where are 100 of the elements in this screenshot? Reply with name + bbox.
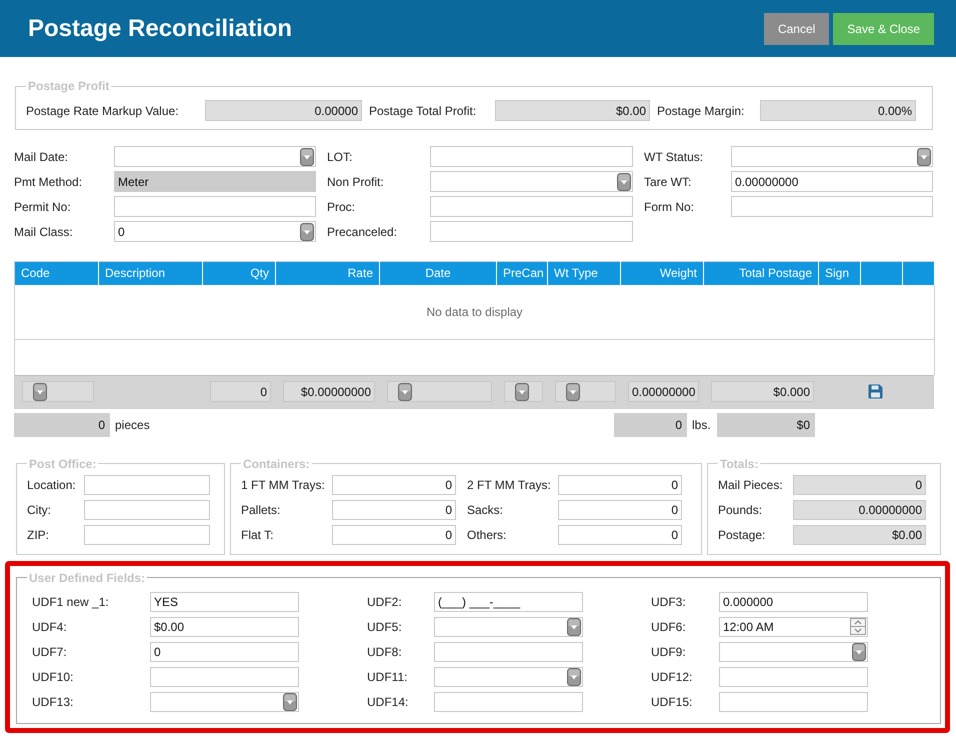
dropdown-field[interactable]	[150, 692, 299, 712]
group-title: Post Office:	[28, 456, 98, 470]
caret-icon[interactable]	[33, 382, 47, 400]
readonly-field[interactable]: 0.00000	[205, 100, 362, 121]
dropdown-field[interactable]: 0	[114, 221, 316, 242]
field-label: UDF7:	[32, 644, 68, 660]
field-label: Non Profit:	[326, 174, 385, 190]
unit-label: pieces	[115, 416, 150, 434]
window-title: Postage Reconciliation	[28, 16, 292, 40]
caret-icon[interactable]	[852, 642, 866, 660]
time-field[interactable]: 12:00 AM	[719, 616, 868, 636]
caret-icon[interactable]	[515, 382, 529, 400]
readonly-field[interactable]: 0.00%	[760, 100, 916, 121]
input-field[interactable]: 0	[332, 524, 456, 544]
input-field[interactable]: 0	[558, 474, 682, 494]
input-field[interactable]	[150, 666, 299, 686]
input-field[interactable]: 0.00000000	[731, 171, 933, 192]
input-field[interactable]: 0	[332, 474, 456, 494]
field-label: Mail Date:	[14, 148, 70, 166]
input-field[interactable]: 0	[558, 500, 682, 520]
caret-icon[interactable]	[300, 148, 314, 166]
readonly-field[interactable]: $0.00000000	[283, 381, 375, 402]
field-label: UDF11:	[366, 668, 408, 686]
input-field[interactable]: $0.00	[150, 616, 299, 636]
spinner-icon[interactable]	[850, 618, 866, 635]
column-header: Code	[14, 262, 98, 284]
input-field[interactable]	[434, 642, 583, 662]
column-header: Total Postage	[704, 262, 818, 284]
field-label: Postage Margin:	[656, 102, 746, 120]
readonly-field[interactable]: 0.00000000	[793, 500, 926, 520]
caret-icon[interactable]	[917, 148, 931, 166]
caret-icon[interactable]	[566, 382, 580, 400]
field-label: UDF4:	[32, 618, 68, 636]
group-title: Totals:	[719, 456, 760, 470]
dropdown-field[interactable]	[504, 381, 543, 402]
total-field: $0	[717, 412, 815, 436]
caret-icon[interactable]	[398, 382, 412, 400]
field-label: Mail Pieces:	[718, 476, 784, 494]
column-header: Rate	[276, 262, 380, 284]
save-icon[interactable]	[868, 384, 883, 399]
empty-message: No data to display	[426, 304, 523, 319]
caret-icon[interactable]	[567, 668, 581, 686]
readonly-field[interactable]: $0.00	[495, 100, 650, 121]
dropdown-field[interactable]	[719, 642, 868, 662]
dropdown-field[interactable]	[434, 616, 583, 636]
caret-icon[interactable]	[300, 222, 314, 240]
input-field[interactable]: 0.000000	[719, 592, 868, 612]
dropdown-field[interactable]	[114, 146, 316, 167]
input-field[interactable]	[434, 692, 583, 712]
field-label: Postage:	[718, 526, 766, 544]
input-field[interactable]: (___) ___-____	[434, 592, 583, 612]
caret-icon[interactable]	[567, 618, 581, 636]
input-field[interactable]	[84, 500, 210, 520]
field-label: UDF10:	[32, 668, 74, 686]
dropdown-field[interactable]	[430, 171, 633, 192]
readonly-field[interactable]: Meter	[114, 171, 316, 192]
dropdown-field[interactable]	[555, 381, 616, 402]
field-label: UDF14:	[366, 694, 410, 710]
field-label: Sacks:	[466, 502, 504, 518]
input-field[interactable]: 0	[332, 500, 456, 520]
total-field: 0	[614, 412, 687, 436]
input-field[interactable]	[430, 146, 633, 167]
readonly-field[interactable]: 0	[793, 474, 926, 494]
readonly-field[interactable]: $0.000	[711, 381, 814, 402]
dropdown-field[interactable]	[387, 381, 492, 402]
input-field[interactable]	[430, 196, 633, 217]
field-label: Proc:	[326, 198, 356, 216]
readonly-field[interactable]: $0.00	[793, 524, 926, 544]
field-label: Permit No:	[14, 198, 72, 216]
field-label: UDF9:	[650, 644, 687, 660]
dropdown-field[interactable]	[22, 381, 94, 402]
input-field[interactable]: 0	[558, 524, 682, 544]
input-field[interactable]	[719, 692, 868, 712]
dropdown-field[interactable]	[731, 146, 933, 167]
input-field[interactable]	[84, 524, 210, 544]
input-field[interactable]	[84, 474, 210, 494]
column-header: Wt Type	[548, 262, 620, 284]
input-field[interactable]	[430, 221, 633, 242]
column-header: Date	[380, 262, 496, 284]
group-title: Postage Profit	[27, 79, 110, 93]
field-label: Postage Rate Markup Value:	[26, 102, 180, 120]
caret-icon[interactable]	[283, 692, 297, 710]
input-field[interactable]: 0	[150, 642, 299, 662]
input-field[interactable]	[731, 196, 933, 217]
column-header: Qty	[202, 262, 276, 284]
field-label: UDF2:	[366, 594, 403, 610]
caret-icon[interactable]	[617, 172, 631, 190]
field-label: Form No:	[643, 198, 696, 216]
field-label: UDF8:	[366, 644, 403, 660]
field-label: Tare WT:	[643, 174, 692, 190]
readonly-field[interactable]: 0	[210, 381, 271, 402]
dropdown-field[interactable]	[434, 666, 583, 686]
field-label: UDF6:	[650, 618, 687, 636]
field-label: UDF12:	[650, 668, 694, 686]
field-label: UDF1 new _1:	[32, 594, 110, 610]
input-field[interactable]	[719, 666, 868, 686]
input-field[interactable]: YES	[150, 592, 299, 612]
field-label: UDF15:	[650, 694, 694, 710]
input-field[interactable]	[114, 196, 316, 217]
readonly-field[interactable]: 0.00000000	[628, 381, 699, 402]
